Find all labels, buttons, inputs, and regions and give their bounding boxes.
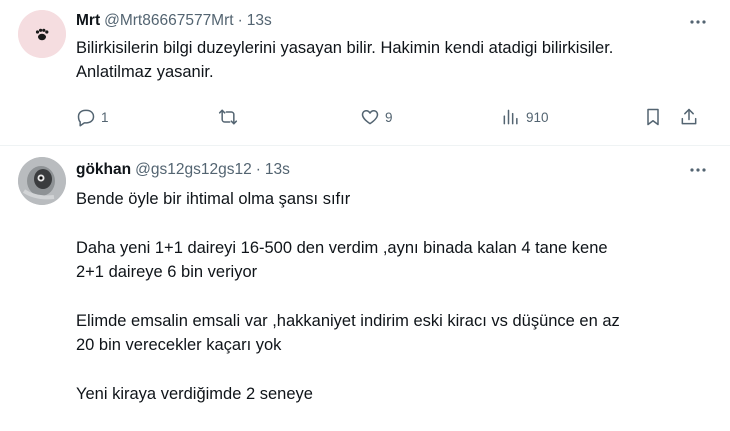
more-options-button[interactable] [688, 160, 708, 180]
timestamp[interactable]: 13s [265, 161, 290, 179]
tweet-header: Mrt @Mrt86667577Mrt · 13s [76, 10, 272, 32]
display-name[interactable]: gökhan [76, 161, 131, 179]
retweet-button[interactable] [218, 104, 238, 130]
more-options-button[interactable] [688, 12, 708, 32]
text-line: Bilirkisilerin bilgi duzeylerini yasayan… [76, 39, 614, 57]
display-name[interactable]: Mrt [76, 12, 100, 30]
tweet-text: Bilirkisilerin bilgi duzeylerini yasayan… [76, 36, 710, 84]
text-line: Yeni kiraya verdiğimde 2 seneye [76, 385, 313, 403]
paragraph: Yeni kiraya verdiğimde 2 seneye [76, 382, 710, 406]
text-line: 2+1 daireye 6 bin veriyor [76, 263, 258, 281]
bookmark-button[interactable] [643, 104, 663, 130]
reply-button[interactable]: 1 [76, 104, 109, 130]
paragraph: Daha yeni 1+1 daireyi 16-500 den verdim … [76, 236, 710, 284]
timestamp[interactable]: 13s [247, 12, 272, 30]
user-handle[interactable]: @Mrt86667577Mrt [104, 12, 233, 30]
text-line: 20 bin verecekler kaçarı yok [76, 336, 282, 354]
action-bar: 1 9 910 [76, 104, 706, 130]
more-icon [690, 168, 706, 172]
share-button[interactable] [679, 104, 699, 130]
tweet-1[interactable]: Mrt @Mrt86667577Mrt · 13s Bilirkisilerin… [0, 0, 730, 145]
user-handle[interactable]: @gs12gs12gs12 [135, 161, 252, 179]
reply-icon [77, 109, 95, 127]
paragraph: Elimde emsalin emsali var ,hakkaniyet in… [76, 309, 710, 357]
view-count: 910 [526, 109, 549, 125]
like-button[interactable]: 9 [360, 104, 393, 130]
avatar-photo [18, 157, 66, 205]
text-line: Daha yeni 1+1 daireyi 16-500 den verdim … [76, 239, 608, 257]
retweet-icon [218, 109, 238, 125]
tweet-text: Bende öyle bir ihtimal olma şansı sıfır … [76, 187, 710, 431]
like-count: 9 [385, 109, 393, 125]
share-icon [681, 108, 697, 125]
text-line: Bende öyle bir ihtimal olma şansı sıfır [76, 190, 351, 208]
like-icon [361, 110, 379, 125]
separator-dot: · [237, 12, 243, 29]
separator-dot: · [255, 161, 261, 178]
paw-icon [18, 10, 66, 58]
text-line: Anlatilmaz yasanir. [76, 63, 214, 81]
more-icon [690, 20, 706, 24]
views-icon [503, 109, 518, 125]
text-line: Elimde emsalin emsali var ,hakkaniyet in… [76, 312, 620, 330]
paragraph: Bende öyle bir ihtimal olma şansı sıfır [76, 187, 710, 211]
reply-count: 1 [101, 109, 109, 125]
avatar-gokhan[interactable] [18, 157, 66, 205]
avatar-mrt[interactable] [18, 10, 66, 58]
bookmark-icon [647, 108, 659, 126]
tweet-header: gökhan @gs12gs12gs12 · 13s [76, 159, 290, 181]
views-button[interactable]: 910 [501, 104, 549, 130]
